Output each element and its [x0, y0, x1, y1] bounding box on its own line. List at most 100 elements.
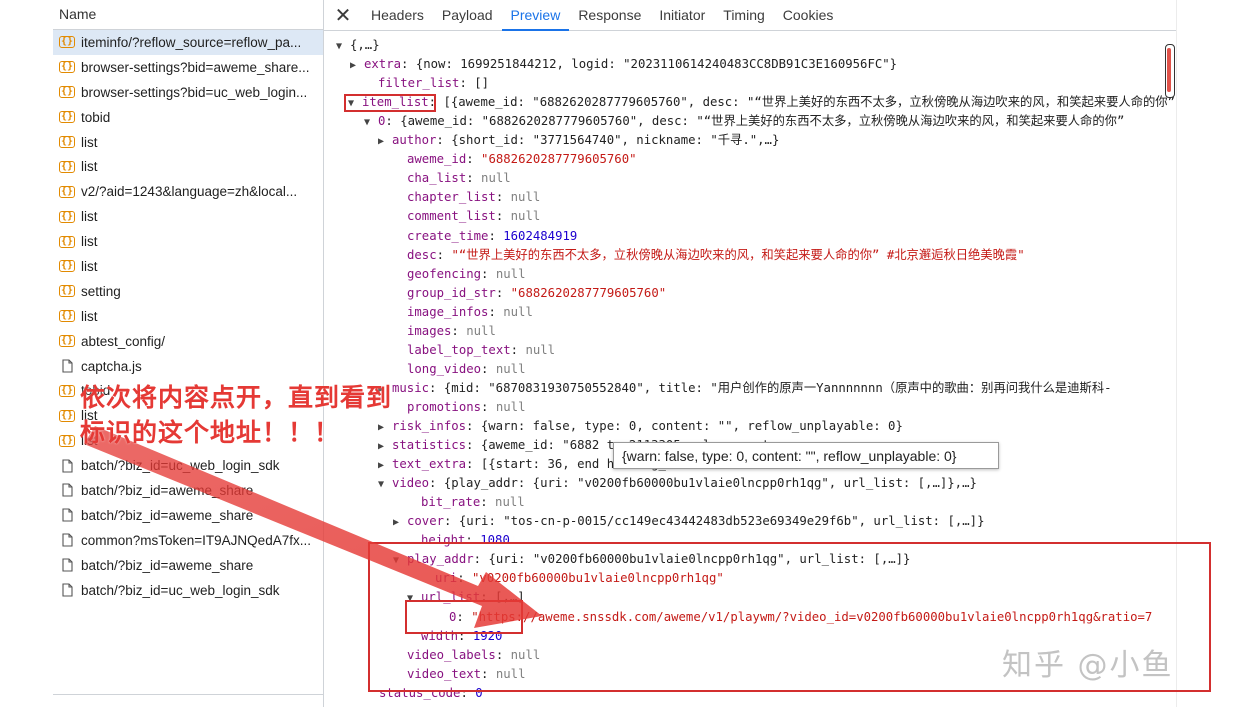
request-row[interactable]: {} browser-settings?bid=uc_web_login... [53, 80, 323, 105]
json-key: long_video [407, 361, 482, 376]
json-key: bit_rate [421, 495, 481, 510]
json-value: "6882620287779605760" [481, 152, 637, 167]
expanded-triangle-icon[interactable]: ▼ [378, 475, 392, 494]
json-key: filter_list [378, 76, 460, 91]
json-value: null [495, 361, 526, 376]
json-tree-line[interactable]: ▶ music: {mid: "6870831930750552840", tit… [378, 379, 1112, 398]
json-tree-line[interactable]: ▼ {,…} [336, 36, 380, 55]
json-tree-line[interactable]: ▶ extra: {now: 1699251844212, logid: "202… [350, 55, 897, 74]
collapsed-triangle-icon[interactable]: ▶ [393, 513, 407, 532]
json-tree-line[interactable]: ▶ risk_infos: {warn: false, type: 0, cont… [378, 417, 903, 436]
xhr-icon: {} [58, 185, 76, 198]
json-value: 1602484919 [503, 228, 578, 243]
xhr-icon: {} [58, 434, 76, 447]
request-name: browser-settings?bid=aweme_share... [81, 59, 310, 75]
json-value: : [480, 495, 496, 510]
json-tree-line: images: null [393, 322, 496, 341]
request-row[interactable]: batch/?biz_id=aweme_share [53, 553, 323, 578]
tab-initiator[interactable]: Initiator [650, 0, 714, 30]
request-row[interactable]: captcha.js [53, 354, 323, 379]
request-row[interactable]: {} v2/?aid=1243&language=zh&local... [53, 179, 323, 204]
tab-response[interactable]: Response [569, 0, 650, 30]
hover-tooltip: {warn: false, type: 0, content: "", refl… [613, 442, 999, 469]
annotation-line-1: 依次将内容点开，直到看到 [80, 383, 393, 412]
request-name: batch/?biz_id=uc_web_login_sdk [81, 582, 280, 598]
json-key: cover [407, 514, 445, 529]
request-name: list [81, 134, 98, 150]
json-tree-line: bit_rate: null [407, 493, 525, 512]
json-key: music [392, 380, 430, 395]
collapsed-triangle-icon[interactable]: ▶ [350, 56, 364, 75]
request-row[interactable]: {} abtest_config/ [53, 329, 323, 354]
request-row[interactable]: batch/?biz_id=uc_web_login_sdk [53, 578, 323, 603]
json-key: geofencing [407, 266, 482, 281]
json-value: : [451, 323, 467, 338]
xhr-icon: {} [58, 260, 76, 273]
json-value: : {now: 1699251844212, logid: "202311061… [401, 57, 898, 72]
json-tree-line[interactable]: ▼ video: {play_addr: {uri: "v0200fb60000b… [378, 474, 977, 493]
request-name: tobid [81, 109, 111, 125]
json-tree-line: group_id_str: "6882620287779605760" [393, 284, 666, 303]
json-value: : {mid: "6870831930750552840", title: "用… [429, 380, 1112, 395]
xhr-icon: {} [58, 335, 76, 348]
xhr-icon: {} [58, 111, 76, 124]
request-row[interactable]: common?msToken=IT9AJNQedA7fx... [53, 528, 323, 553]
request-name: list [81, 234, 98, 250]
name-column-header[interactable]: Name [53, 0, 323, 30]
xhr-icon: {} [58, 136, 76, 148]
json-value: null [495, 399, 526, 414]
request-name: list [81, 159, 98, 175]
xhr-icon: {} [58, 384, 76, 397]
xhr-icon: {} [58, 285, 76, 298]
request-row[interactable]: {} list [53, 204, 323, 229]
request-row[interactable]: {} list [53, 130, 323, 155]
tab-preview[interactable]: Preview [501, 0, 570, 31]
json-value: : {uri: "tos-cn-p-0015/cc149ec43442483db… [444, 514, 985, 529]
document-icon [59, 558, 75, 572]
json-value: "“世界上美好的东西不太多，立秋傍晚从海边吹来的风，和笑起来要人命的你” #北京… [451, 247, 1025, 262]
request-row[interactable]: batch/?biz_id=aweme_share [53, 478, 323, 503]
request-row[interactable]: {} list [53, 304, 323, 329]
tab-headers[interactable]: Headers [362, 0, 433, 30]
request-row[interactable]: batch/?biz_id=aweme_share [53, 503, 323, 528]
request-row[interactable]: {} setting [53, 279, 323, 304]
request-row[interactable]: {} list [53, 254, 323, 279]
json-tree-line[interactable]: ▶ cover: {uri: "tos-cn-p-0015/cc149ec4344… [393, 512, 984, 531]
tab-payload[interactable]: Payload [433, 0, 502, 30]
expanded-triangle-icon[interactable]: ▼ [364, 113, 378, 132]
json-value: : [{aweme_id: "6882620287779605760", des… [428, 95, 1175, 110]
zhihu-watermark: 知乎 @小鱼 [1002, 648, 1174, 683]
json-key: label_top_text [407, 342, 511, 357]
json-tree-line[interactable]: ▶ author: {short_id: "3771564740", nickna… [378, 131, 779, 150]
request-row[interactable]: {} list [53, 154, 323, 179]
json-tree-line[interactable]: ▼ 0: {aweme_id: "6882620287779605760", de… [364, 112, 1124, 131]
json-tree-line[interactable]: ▼ item_list: [{aweme_id: "688262028777960… [348, 93, 1175, 112]
xhr-icon: {} [58, 310, 76, 323]
json-value: : [488, 228, 504, 243]
json-tree-line: long_video: null [393, 360, 525, 379]
request-row[interactable]: {} iteminfo/?reflow_source=reflow_pa... [53, 30, 323, 55]
expanded-triangle-icon[interactable]: ▼ [336, 37, 350, 56]
json-key: aweme_id [407, 152, 467, 167]
request-list: {} iteminfo/?reflow_source=reflow_pa...{}… [53, 30, 323, 602]
request-row[interactable]: {} browser-settings?bid=aweme_share... [53, 55, 323, 80]
request-name: v2/?aid=1243&language=zh&local... [81, 184, 298, 200]
tab-cookies[interactable]: Cookies [774, 0, 843, 30]
json-tree-line: aweme_id: "6882620287779605760" [393, 150, 637, 169]
tab-timing[interactable]: Timing [714, 0, 774, 30]
json-tree-line: label_top_text: null [393, 341, 555, 360]
json-key: statistics [392, 438, 467, 453]
json-value: : {play_addr: {uri: "v0200fb60000bu1vlai… [429, 476, 977, 491]
json-tree-line: chapter_list: null [393, 188, 540, 207]
close-details-button[interactable]: ✕ [324, 0, 362, 30]
page-left-margin [0, 0, 54, 707]
collapsed-triangle-icon[interactable]: ▶ [378, 132, 392, 151]
request-row[interactable]: {} list [53, 229, 323, 254]
json-value: : [481, 266, 496, 281]
request-name: abtest_config/ [81, 333, 166, 349]
request-row[interactable]: {} tobid [53, 105, 323, 130]
request-list-footer [53, 694, 323, 695]
json-tree-line: image_infos: null [393, 303, 533, 322]
request-row[interactable]: batch/?biz_id=uc_web_login_sdk [53, 453, 323, 478]
collapsed-triangle-icon[interactable]: ▶ [378, 456, 392, 475]
